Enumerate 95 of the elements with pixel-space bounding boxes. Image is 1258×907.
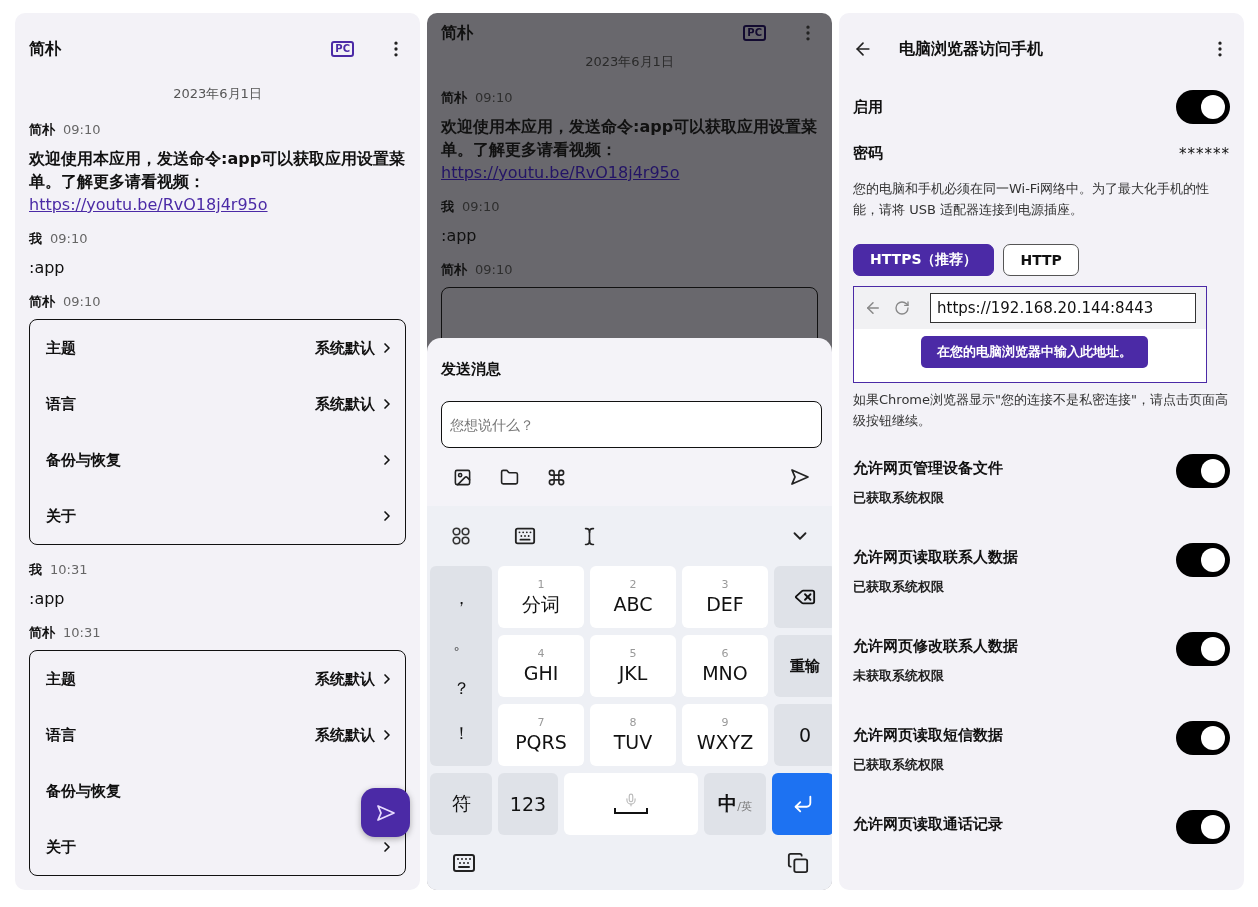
permission-toggle[interactable] [1176, 810, 1230, 844]
mic-icon [624, 793, 638, 807]
keyboard-key[interactable]: 1 分词 [498, 566, 584, 628]
chrome-warning: 如果Chrome浏览器显示"您的连接不是私密连接"，请点击页面高级按钮继续。 [853, 391, 1229, 430]
permission-status: 已获取系统权限 [853, 578, 945, 596]
date-label: 2023年6月1日 [584, 53, 675, 71]
video-link[interactable]: https://youtu.be/RvO18j4r95o [29, 195, 268, 214]
message-time: 09:10 [63, 294, 101, 309]
keyboard-icon[interactable] [514, 525, 536, 547]
sender-name: 简朴 [29, 293, 55, 311]
sheet-title: 发送消息 [440, 359, 502, 380]
message-text: :app [441, 225, 478, 247]
message-text: 欢迎使用本应用，发送命令:app可以获取应用设置菜单。了解更多请看视频： https://youtu.be/RvO18j4r95o [441, 116, 818, 184]
image-icon[interactable] [453, 467, 472, 487]
message-text: :app [29, 588, 66, 610]
keyboard-key[interactable]: 0 [774, 704, 832, 766]
clipboard-icon[interactable] [787, 851, 809, 874]
keyboard-key[interactable]: 4 GHI [498, 635, 584, 697]
keyboard-key[interactable]: 5 JKL [590, 635, 676, 697]
menu-item[interactable]: 备份与恢复 [30, 432, 405, 488]
sender-name: 简朴 [29, 121, 55, 139]
command-icon[interactable] [547, 467, 566, 487]
chat-title: 简朴 [29, 38, 63, 60]
space-bar-icon [614, 807, 648, 815]
pc-button[interactable]: PC [331, 41, 354, 57]
setting-label: 密码 [853, 144, 883, 164]
permission-toggle[interactable] [1176, 721, 1230, 755]
message-time: 09:10 [50, 231, 88, 246]
permission-label: 允许网页读取短信数据 [853, 726, 1003, 745]
keyboard-key[interactable]: 2 ABC [590, 566, 676, 628]
sender-name: 我 [29, 561, 42, 579]
message-time: 10:31 [50, 562, 88, 577]
menu-item[interactable]: 备份与恢复 [30, 763, 131, 819]
permission-toggle[interactable] [1176, 543, 1230, 577]
password-value: ****** [1179, 144, 1230, 163]
backspace-key[interactable] [774, 566, 832, 628]
menu-item[interactable]: 关于 [30, 819, 405, 875]
sender-name: 简朴 [441, 261, 467, 279]
enable-toggle[interactable] [1176, 90, 1230, 125]
keyboard-key[interactable]: 9 WXYZ [682, 704, 768, 766]
keyboard-key[interactable]: 7 PQRS [498, 704, 584, 766]
message-time: 10:31 [63, 625, 101, 640]
sender-name: 我 [29, 230, 42, 248]
permission-status: 已获取系统权限 [853, 489, 945, 507]
sender-name: 简朴 [441, 89, 467, 107]
grid-icon[interactable] [452, 527, 470, 545]
message-time: 09:10 [475, 262, 513, 277]
menu-item[interactable]: 主题 系统默认 [30, 651, 405, 707]
permission-status: 未获取系统权限 [853, 667, 945, 685]
keyboard-key[interactable]: 3 DEF [682, 566, 768, 628]
permission-toggle[interactable] [1176, 632, 1230, 666]
enter-key[interactable] [772, 773, 832, 835]
message-time: 09:10 [462, 199, 500, 214]
network-note: 您的电脑和手机必须在同一Wi-Fi网络中。为了最大化手机的性能，请将 USB 适配器连接到电源插座。 [853, 179, 1210, 219]
permission-toggle[interactable] [1176, 454, 1230, 488]
permission-label: 允许网页读取通话记录 [853, 815, 1003, 834]
keyboard-key[interactable]: 符 [430, 773, 492, 835]
sender-name: 简朴 [29, 624, 55, 642]
punctuation-key[interactable]: ！ [452, 722, 470, 745]
protocol-tab[interactable]: HTTPS（推荐） [853, 243, 995, 276]
send-icon [375, 803, 396, 822]
address-bar: https://192.168.20.144:8443 [930, 292, 1196, 323]
keyboard-key[interactable]: 123 [498, 773, 558, 835]
send-icon[interactable] [790, 468, 810, 486]
sender-name: 我 [441, 198, 454, 216]
message-time: 09:10 [63, 122, 101, 137]
keyboard-key[interactable]: 8 TUV [590, 704, 676, 766]
menu-item[interactable]: 语言 系统默认 [30, 707, 405, 763]
language-key[interactable]: 中/英 [704, 773, 766, 835]
punctuation-key[interactable]: 。 [452, 632, 470, 655]
protocol-tab[interactable]: HTTP [1003, 243, 1079, 276]
chat-title: 简朴 [441, 22, 475, 44]
keyboard-key[interactable]: 6 MNO [682, 635, 768, 697]
message-text: 欢迎使用本应用，发送命令:app可以获取应用设置菜单。了解更多请看视频： https://youtu.be/RvO18j4r95o [29, 148, 406, 216]
enter-icon [792, 793, 814, 815]
date-label: 2023年6月1日 [172, 85, 263, 103]
message-input[interactable]: 您想说什么？ [441, 401, 822, 448]
punctuation-key[interactable]: ， [452, 587, 470, 610]
send-button[interactable] [361, 788, 410, 837]
address-tooltip: 在您的电脑浏览器中输入此地址。 [921, 335, 1148, 368]
permission-status: 已获取系统权限 [853, 756, 945, 774]
menu-item[interactable]: 语言 系统默认 [30, 376, 405, 432]
menu-item[interactable]: 主题 系统默认 [30, 320, 405, 376]
screen-title: 电脑浏览器访问手机 [899, 38, 1044, 60]
setting-label: 启用 [853, 97, 883, 117]
punctuation-key[interactable]: ？ [452, 677, 470, 700]
message-time: 09:10 [475, 90, 513, 105]
permission-label: 允许网页管理设备文件 [853, 459, 1003, 478]
message-text: :app [29, 257, 66, 279]
permission-label: 允许网页修改联系人数据 [853, 637, 1018, 656]
menu-item[interactable]: 关于 [30, 488, 405, 544]
keyboard-key[interactable]: 重输 [774, 635, 832, 697]
folder-icon[interactable] [500, 467, 519, 487]
reload-icon [894, 299, 910, 316]
permission-label: 允许网页读取联系人数据 [853, 548, 1018, 567]
